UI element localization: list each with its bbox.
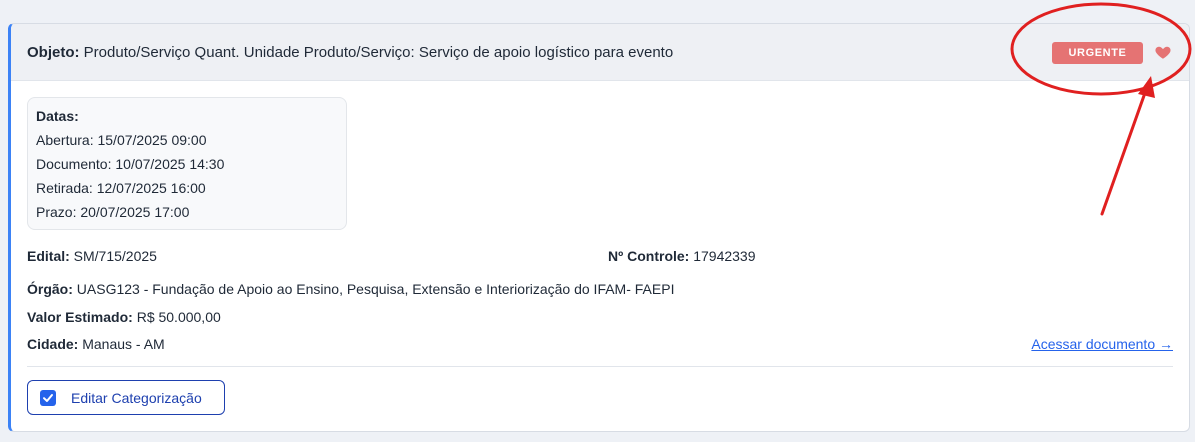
prazo-label: Prazo:	[36, 204, 77, 220]
controle-label: Nº Controle:	[608, 248, 690, 264]
check-icon	[43, 393, 53, 402]
edital-label: Edital:	[27, 248, 70, 264]
access-document-link[interactable]: Acessar documento →	[1031, 336, 1173, 352]
date-documento: Documento: 10/07/2025 14:30	[36, 152, 338, 176]
checkbox-checked-icon[interactable]	[40, 389, 56, 406]
edital-row: Edital: SM/715/2025	[27, 248, 157, 264]
prazo-value: 20/07/2025 17:00	[80, 204, 190, 220]
date-abertura: Abertura: 15/07/2025 09:00	[36, 128, 338, 152]
divider	[27, 366, 1173, 367]
dates-title: Datas:	[36, 108, 79, 124]
cidade-label: Cidade:	[27, 336, 79, 352]
documento-value: 10/07/2025 14:30	[115, 156, 225, 172]
orgao-value: UASG123 - Fundação de Apoio ao Ensino, P…	[76, 281, 675, 297]
licitacao-card: Objeto: Produto/Serviço Quant. Unidade P…	[8, 23, 1190, 432]
urgent-badge: URGENTE	[1052, 42, 1143, 64]
retirada-label: Retirada:	[36, 180, 93, 196]
documento-label: Documento:	[36, 156, 112, 172]
valor-value: R$ 50.000,00	[136, 309, 221, 325]
orgao-row: Órgão: UASG123 - Fundação de Apoio ao En…	[27, 281, 674, 297]
edit-categorization-label: Editar Categorização	[71, 389, 202, 406]
controle-value: 17942339	[693, 248, 756, 264]
card-header: Objeto: Produto/Serviço Quant. Unidade P…	[11, 24, 1189, 81]
edit-categorization-button[interactable]: Editar Categorização	[27, 380, 225, 415]
retirada-value: 12/07/2025 16:00	[96, 180, 206, 196]
objeto-label: Objeto:	[27, 43, 80, 61]
heart-icon[interactable]	[1154, 43, 1172, 61]
objeto-title: Objeto: Produto/Serviço Quant. Unidade P…	[27, 44, 673, 61]
abertura-value: 15/07/2025 09:00	[97, 132, 207, 148]
edital-value: SM/715/2025	[73, 248, 157, 264]
orgao-label: Órgão:	[27, 281, 73, 297]
cidade-row: Cidade: Manaus - AM	[27, 336, 165, 352]
controle-row: Nº Controle: 17942339	[608, 248, 756, 264]
dates-box: Datas: Abertura: 15/07/2025 09:00 Docume…	[27, 97, 347, 230]
card-body: Datas: Abertura: 15/07/2025 09:00 Docume…	[11, 81, 1189, 230]
cidade-value: Manaus - AM	[82, 336, 165, 352]
valor-row: Valor Estimado: R$ 50.000,00	[27, 309, 221, 325]
date-retirada: Retirada: 12/07/2025 16:00	[36, 176, 338, 200]
abertura-label: Abertura:	[36, 132, 94, 148]
valor-label: Valor Estimado:	[27, 309, 133, 325]
date-prazo: Prazo: 20/07/2025 17:00	[36, 200, 338, 224]
objeto-value: Produto/Serviço Quant. Unidade Produto/S…	[83, 43, 674, 61]
